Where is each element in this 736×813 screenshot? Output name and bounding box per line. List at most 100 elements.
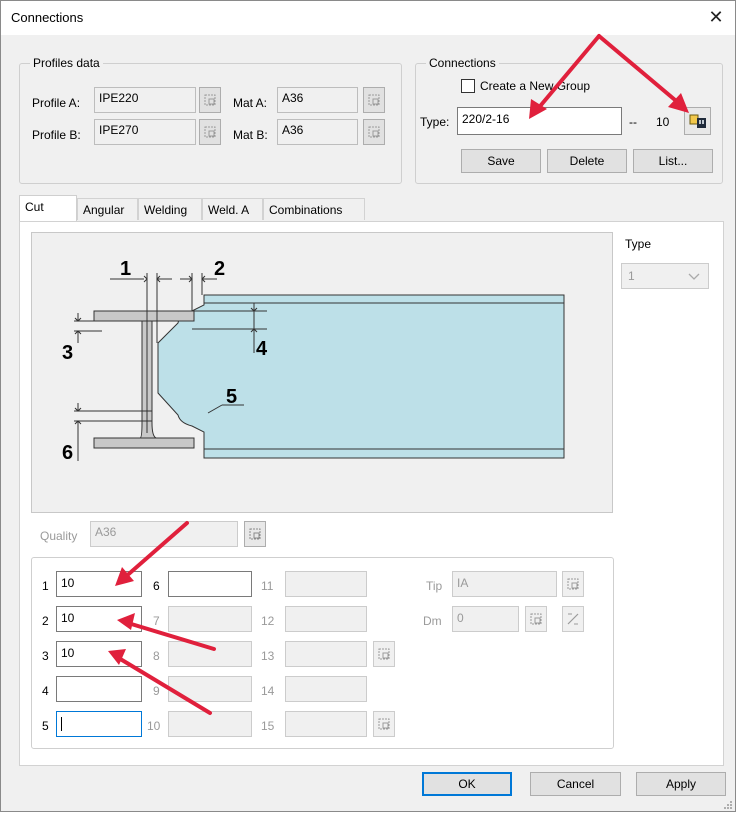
tip-label: Tip <box>426 579 443 593</box>
field-10-input <box>168 711 252 737</box>
tab-angular[interactable]: Angular <box>77 198 138 220</box>
mat-b-browse-button[interactable] <box>363 119 385 145</box>
tab-combinations[interactable]: Combinations <box>263 198 365 220</box>
binoculars-icon <box>689 114 706 128</box>
field-12-input <box>285 606 367 632</box>
type-count: 10 <box>656 115 670 129</box>
field-7-label: 7 <box>153 614 160 628</box>
save-button[interactable]: Save <box>461 149 541 173</box>
dim-label-3: 3 <box>62 342 73 364</box>
ok-button[interactable]: OK <box>422 772 512 796</box>
field-6-label: 6 <box>153 579 160 593</box>
beam-shape <box>157 294 565 459</box>
browse-icon <box>530 613 542 625</box>
field-6-input[interactable] <box>168 571 252 597</box>
dim-label-4: 4 <box>256 338 268 360</box>
field-1-input[interactable]: 10 <box>56 571 142 597</box>
create-group-label[interactable]: Create a New Group <box>480 79 590 93</box>
field-15-browse-button[interactable] <box>373 711 395 737</box>
type-select-label: Type <box>625 237 652 251</box>
field-9-label: 9 <box>153 684 160 698</box>
connections-dialog: Connections ✕ Profiles data Profile A: I… <box>0 0 736 812</box>
browse-icon <box>368 94 380 106</box>
chevron-down-icon <box>688 273 700 280</box>
tab-weld-a[interactable]: Weld. A <box>202 198 263 220</box>
search-connection-button[interactable] <box>684 107 711 135</box>
dim-label-2: 2 <box>214 258 225 280</box>
dm-browse-button[interactable] <box>525 606 547 632</box>
close-icon[interactable]: ✕ <box>703 5 729 29</box>
type-select-value: 1 <box>628 269 635 283</box>
mat-a-field: A36 <box>277 87 358 113</box>
browse-icon <box>567 578 579 590</box>
dim-label-6: 6 <box>62 442 73 464</box>
list-button[interactable]: List... <box>633 149 713 173</box>
quality-browse-button[interactable] <box>244 521 266 547</box>
profile-b-field: IPE270 <box>94 119 196 145</box>
field-3-input[interactable]: 10 <box>56 641 142 667</box>
type-dash: -- <box>629 115 637 129</box>
field-15-input <box>285 711 367 737</box>
tab-welding[interactable]: Welding <box>138 198 202 220</box>
profile-a-label: Profile A: <box>32 96 81 110</box>
field-8-input <box>168 641 252 667</box>
cut-diagram: 1 2 3 4 5 6 <box>62 258 565 464</box>
field-14-input <box>285 676 367 702</box>
cancel-button[interactable]: Cancel <box>530 772 621 796</box>
column-web <box>139 320 157 439</box>
dm-label: Dm <box>423 614 442 628</box>
field-9-input <box>168 676 252 702</box>
field-2-label: 2 <box>42 614 49 628</box>
field-10-label: 10 <box>147 719 161 733</box>
create-group-checkbox[interactable] <box>461 79 475 93</box>
tab-cut[interactable]: Cut <box>19 195 77 221</box>
browse-icon <box>378 648 390 660</box>
field-1-label: 1 <box>42 579 49 593</box>
field-13-browse-button[interactable] <box>373 641 395 667</box>
dim-label-5: 5 <box>226 386 237 408</box>
mat-b-label: Mat B: <box>233 128 268 142</box>
delete-button[interactable]: Delete <box>547 149 627 173</box>
field-5-input[interactable] <box>56 711 142 737</box>
mat-b-field: A36 <box>277 119 358 145</box>
type-select[interactable]: 1 <box>621 263 709 289</box>
profiles-data-legend: Profiles data <box>30 56 103 70</box>
browse-icon <box>378 718 390 730</box>
tip-browse-button[interactable] <box>562 571 584 597</box>
profile-b-browse-button[interactable] <box>199 119 221 145</box>
browse-icon <box>204 94 216 106</box>
quality-field: A36 <box>90 521 238 547</box>
dm-tool-button[interactable] <box>562 606 584 632</box>
resize-grip-icon[interactable] <box>723 799 733 809</box>
column-top-flange <box>93 310 195 322</box>
tip-field: IA <box>452 571 557 597</box>
field-4-input[interactable] <box>56 676 142 702</box>
window-title: Connections <box>11 10 84 25</box>
column-bottom-flange <box>93 437 195 449</box>
field-8-label: 8 <box>153 649 160 663</box>
field-11-input <box>285 571 367 597</box>
mat-a-label: Mat A: <box>233 96 268 110</box>
quality-label: Quality <box>40 529 78 543</box>
profile-a-field: IPE220 <box>94 87 196 113</box>
field-13-input <box>285 641 367 667</box>
mat-a-browse-button[interactable] <box>363 87 385 113</box>
field-13-label: 13 <box>261 649 275 663</box>
field-11-label: 11 <box>261 579 274 593</box>
profile-b-label: Profile B: <box>32 128 81 142</box>
field-3-label: 3 <box>42 649 49 663</box>
text-caret <box>61 716 62 731</box>
connection-drawing: 1 2 3 4 5 6 <box>31 232 613 513</box>
field-14-label: 14 <box>261 684 275 698</box>
browse-icon <box>204 126 216 138</box>
dim-label-1: 1 <box>120 258 131 280</box>
apply-button[interactable]: Apply <box>636 772 726 796</box>
profile-a-browse-button[interactable] <box>199 87 221 113</box>
browse-icon <box>249 528 261 540</box>
field-5-label: 5 <box>42 719 49 733</box>
field-12-label: 12 <box>261 614 275 628</box>
type-input[interactable]: 220/2-16 <box>457 107 622 135</box>
field-2-input[interactable]: 10 <box>56 606 142 632</box>
measure-icon <box>567 613 579 625</box>
field-7-input <box>168 606 252 632</box>
